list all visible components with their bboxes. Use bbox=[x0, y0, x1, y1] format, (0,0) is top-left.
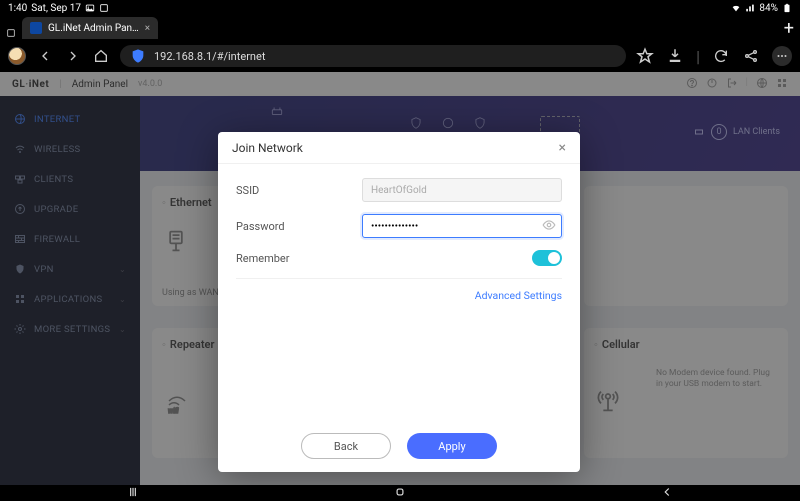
eye-icon[interactable] bbox=[542, 218, 556, 235]
signal-icon bbox=[745, 3, 755, 13]
download-icon[interactable] bbox=[666, 47, 684, 65]
join-network-modal: Join Network × SSID Password Remember bbox=[218, 132, 580, 472]
battery-icon bbox=[782, 3, 792, 13]
android-navbar bbox=[0, 485, 800, 501]
forward-button[interactable] bbox=[64, 47, 82, 65]
screenshot-icon bbox=[99, 3, 109, 13]
close-icon[interactable]: × bbox=[559, 140, 566, 156]
close-tab-icon[interactable]: × bbox=[145, 23, 150, 34]
star-icon[interactable] bbox=[636, 47, 654, 65]
back-button[interactable]: Back bbox=[301, 433, 391, 459]
address-bar[interactable]: 192.168.8.1/#/internet bbox=[120, 45, 626, 67]
back-button[interactable] bbox=[660, 484, 674, 501]
url-text: 192.168.8.1/#/internet bbox=[154, 50, 265, 63]
divider bbox=[236, 278, 562, 279]
modal-title: Join Network bbox=[232, 141, 303, 155]
browser-tab[interactable]: GL.iNet Admin Pan… × bbox=[22, 17, 158, 39]
favicon bbox=[30, 22, 42, 34]
new-tab-button[interactable]: + bbox=[784, 18, 794, 39]
ssid-input bbox=[362, 178, 562, 202]
shield-icon bbox=[130, 48, 146, 64]
home-button[interactable] bbox=[393, 484, 407, 501]
profile-avatar[interactable] bbox=[8, 47, 26, 65]
image-icon bbox=[85, 3, 95, 13]
battery-pct: 84% bbox=[759, 3, 778, 14]
field-ssid: SSID bbox=[236, 178, 562, 202]
wifi-icon bbox=[731, 3, 741, 13]
back-button[interactable] bbox=[36, 47, 54, 65]
modal-footer: Back Apply bbox=[218, 426, 580, 472]
share-icon[interactable] bbox=[742, 47, 760, 65]
remember-toggle[interactable] bbox=[532, 250, 562, 266]
browser-toolbar: 192.168.8.1/#/internet | bbox=[0, 40, 800, 72]
browser-tabstrip: GL.iNet Admin Pan… × + bbox=[0, 16, 800, 40]
password-input[interactable] bbox=[362, 214, 562, 238]
menu-button[interactable] bbox=[772, 46, 792, 66]
apply-button[interactable]: Apply bbox=[407, 433, 497, 459]
password-label: Password bbox=[236, 220, 316, 233]
field-password: Password bbox=[236, 214, 562, 238]
ssid-label: SSID bbox=[236, 184, 316, 197]
android-status-bar: 1:40 Sat, Sep 17 84% bbox=[0, 0, 800, 16]
remember-label: Remember bbox=[236, 252, 316, 265]
page-viewport: GL·iNet | Admin Panel v4.0.0 | INTERNET … bbox=[0, 72, 800, 485]
advanced-settings-link[interactable]: Advanced Settings bbox=[236, 289, 562, 302]
home-button[interactable] bbox=[92, 47, 110, 65]
recents-button[interactable] bbox=[126, 484, 140, 501]
tab-title: GL.iNet Admin Pan… bbox=[48, 23, 139, 34]
date: Sat, Sep 17 bbox=[31, 3, 81, 14]
refresh-icon[interactable] bbox=[712, 47, 730, 65]
field-remember: Remember bbox=[236, 250, 562, 266]
modal-header: Join Network × bbox=[218, 132, 580, 164]
clock: 1:40 bbox=[8, 3, 27, 14]
tabs-icon[interactable] bbox=[6, 23, 16, 33]
